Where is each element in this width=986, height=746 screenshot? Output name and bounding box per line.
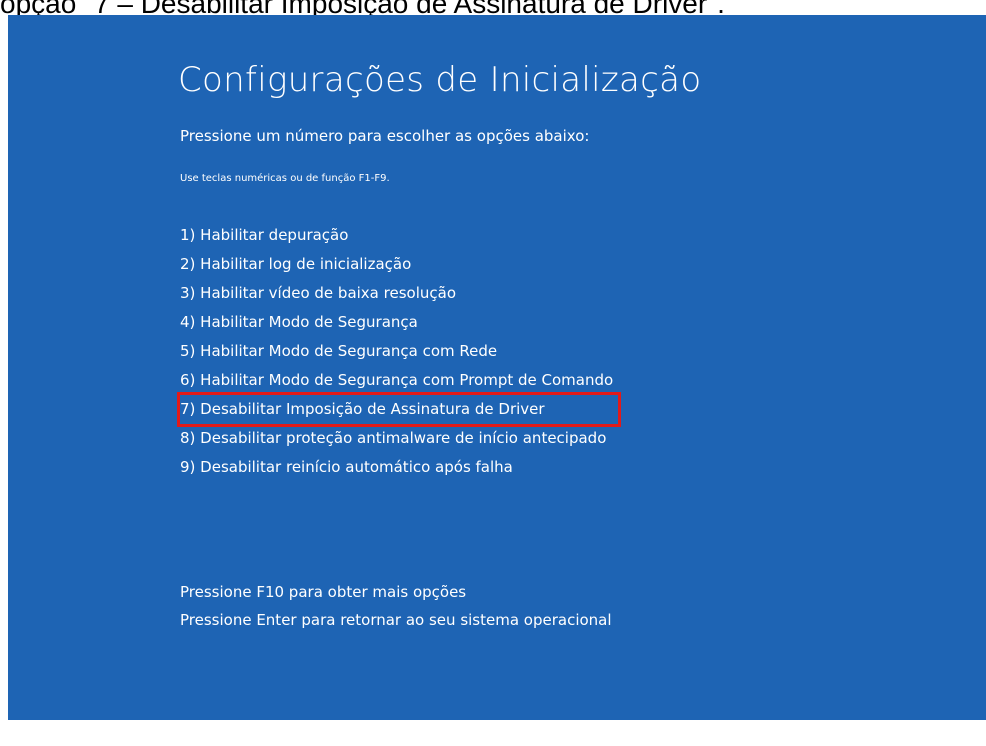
instruction-text: Pressione um número para escolher as opç… [180,127,590,145]
more-options-hint[interactable]: Pressione F10 para obter mais opções [180,578,612,606]
return-to-os-hint[interactable]: Pressione Enter para retornar ao seu sis… [180,606,612,634]
option-disable-automatic-restart[interactable]: 9) Desabilitar reinício automático após … [180,453,618,482]
footer-instructions: Pressione F10 para obter mais opções Pre… [180,578,612,634]
option-disable-driver-signature-enforcement[interactable]: 7) Desabilitar Imposição de Assinatura d… [177,392,621,427]
startup-settings-screen: Configurações de Inicialização Pressione… [8,15,986,720]
option-enable-safe-mode-networking[interactable]: 5) Habilitar Modo de Segurança com Rede [180,337,618,366]
key-hint-text: Use teclas numéricas ou de função F1-F9. [180,173,390,184]
page-title: Configurações de Inicialização [178,60,702,100]
option-disable-early-launch-antimalware[interactable]: 8) Desabilitar proteção antimalware de i… [180,424,618,453]
option-enable-low-resolution-video[interactable]: 3) Habilitar vídeo de baixa resolução [180,279,618,308]
option-enable-safe-mode[interactable]: 4) Habilitar Modo de Segurança [180,308,618,337]
option-enable-debugging[interactable]: 1) Habilitar depuração [180,221,618,250]
option-enable-safe-mode-command-prompt[interactable]: 6) Habilitar Modo de Segurança com Promp… [180,366,618,395]
startup-options-list: 1) Habilitar depuração 2) Habilitar log … [177,221,621,482]
option-enable-boot-logging[interactable]: 2) Habilitar log de inicialização [180,250,618,279]
